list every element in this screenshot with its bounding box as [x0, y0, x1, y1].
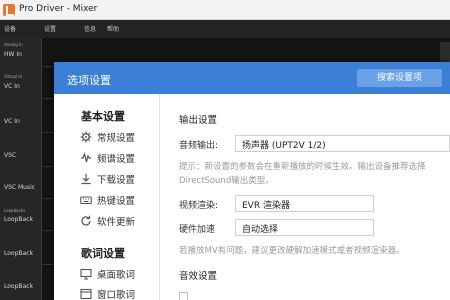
hardware-accel-select[interactable]: 自动选择 — [235, 219, 374, 236]
nav-item-update[interactable]: 软件更新 — [80, 213, 160, 229]
menu-device[interactable]: 设备 — [4, 24, 16, 33]
channel-label-loopback-2[interactable]: LoopBack — [4, 250, 33, 257]
menu-help[interactable]: 帮助 — [107, 24, 119, 33]
menu-bar: 设备 设置 信息 帮助 — [0, 20, 450, 38]
dialog-header: 选项设置 搜索设置项 — [54, 62, 450, 94]
channel-label-loopback-1[interactable]: LoopBack — [4, 216, 33, 223]
hardware-accel-value: 自动选择 — [242, 225, 279, 235]
menu-settings[interactable]: 设置 — [44, 24, 56, 33]
channel-label-virtual-in: Virtual In — [4, 74, 23, 79]
hardware-accel-label: 硬件加速 — [179, 225, 216, 235]
audio-output-value: 扬声器 (UPT2V 1/2) — [242, 141, 326, 151]
download-icon — [81, 174, 91, 185]
audio-output-select[interactable]: 扬声器 (UPT2V 1/2) — [235, 135, 450, 152]
app-logo-icon — [3, 4, 15, 16]
section-title-effects: 音效设置 — [179, 271, 218, 282]
monitor-icon — [80, 268, 92, 280]
nav-item-label: 热键设置 — [97, 196, 136, 207]
channel-label-vsc-music[interactable]: VSC Music — [4, 184, 35, 191]
nav-section-basic: 基本设置 — [81, 110, 125, 123]
title-bar: Pro Driver - Mixer — [0, 0, 450, 20]
mv-hint-text: 若播放MV有问题，建议更改硬解加速模式或者视频渲染器。 — [179, 246, 405, 256]
settings-content: 输出设置 音频输出: 扬声器 (UPT2V 1/2) 提示：新设置的参数会在重新… — [161, 94, 450, 300]
nav-item-hotkeys[interactable]: 热键设置 — [80, 192, 160, 208]
refresh-icon — [81, 215, 91, 226]
output-hint-text-2: DirectSound输出类型。 — [179, 176, 274, 186]
output-hint-text: 提示：新设置的参数会在重新播放的时候生效。输出设备推荐选择 — [179, 162, 426, 172]
nav-item-desktop-lyrics[interactable]: 桌面歌词 — [80, 266, 160, 282]
channel-label-loopback-3[interactable]: LoopBack — [4, 283, 33, 290]
nav-item-label: 软件更新 — [97, 217, 136, 228]
nav-item-spectrum[interactable]: 频谱设置 — [80, 150, 160, 166]
window-icon — [80, 288, 92, 300]
nav-section-lyrics: 歌词设置 — [81, 247, 125, 260]
waveform-icon — [81, 152, 91, 163]
section-title-output: 输出设置 — [179, 115, 218, 126]
menu-info[interactable]: 信息 — [84, 24, 96, 33]
nav-item-label: 窗口歌词 — [97, 290, 136, 300]
channel-label-vc-in-2[interactable]: VC In — [4, 118, 20, 125]
dialog-title: 选项设置 — [67, 74, 111, 87]
channel-label-hw-in[interactable]: HW In — [4, 51, 22, 58]
search-settings-button[interactable]: 搜索设置项 — [357, 69, 442, 87]
nav-item-download[interactable]: 下载设置 — [80, 171, 160, 187]
effects-checkbox[interactable] — [179, 292, 188, 300]
nav-item-label: 频谱设置 — [97, 154, 136, 165]
settings-nav: 基本设置 常规设置 频谱设置 下载设置 热键设置 软件更新 歌词设置 桌面歌词 … — [54, 94, 160, 300]
video-render-value: EVR 渲染器 — [242, 201, 290, 211]
nav-item-label: 常规设置 — [97, 133, 136, 144]
options-dialog: 选项设置 搜索设置项 基本设置 常规设置 频谱设置 下载设置 热键设置 软件更新… — [54, 62, 450, 300]
channel-label-vsc[interactable]: VSC — [4, 152, 16, 159]
video-render-select[interactable]: EVR 渲染器 — [235, 195, 374, 212]
window-title: Pro Driver - Mixer — [19, 4, 98, 14]
gear-icon — [80, 131, 92, 143]
audio-output-label: 音频输出: — [179, 141, 219, 151]
channel-label-loopbacks: Loopbacks — [4, 208, 26, 213]
channel-sidebar: Analog In HW In Virtual In VC In VC In V… — [0, 38, 42, 300]
channel-label-analog-in: Analog In — [4, 42, 23, 47]
nav-item-label: 桌面歌词 — [97, 270, 136, 281]
channel-label-vc-in-1[interactable]: VC In — [4, 83, 20, 90]
video-render-label: 视频渲染: — [179, 201, 219, 211]
keyboard-icon — [80, 196, 92, 205]
nav-item-label: 下载设置 — [97, 175, 136, 186]
nav-item-window-lyrics[interactable]: 窗口歌词 — [80, 286, 160, 300]
nav-item-general[interactable]: 常规设置 — [80, 129, 160, 145]
grid-cell — [440, 42, 450, 64]
